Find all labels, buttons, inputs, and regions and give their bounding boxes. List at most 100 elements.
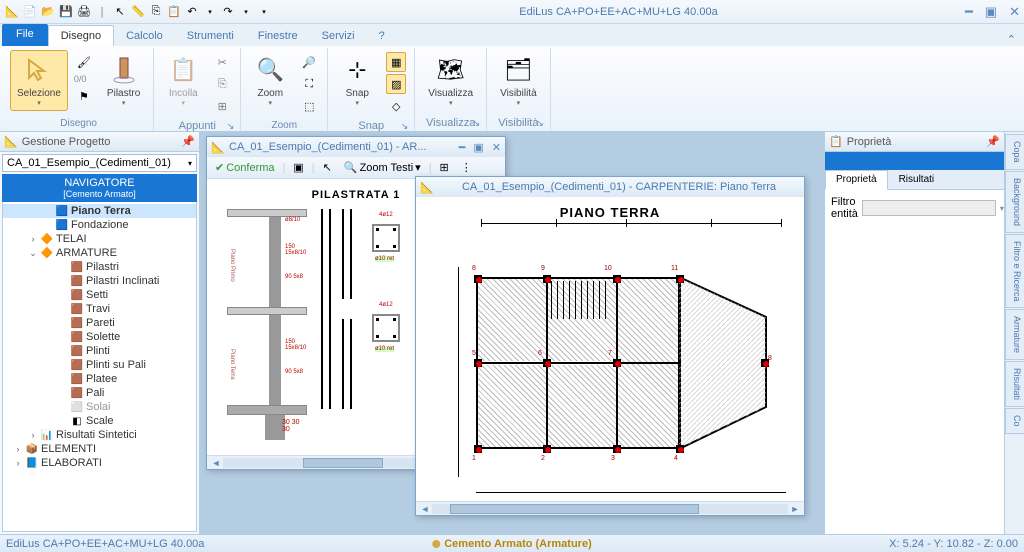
hscrollbar-2[interactable]: ◄ ► (416, 501, 804, 515)
filter-input[interactable] (862, 200, 996, 216)
snap-ortho-icon[interactable]: ▨ (386, 74, 406, 94)
visualizza-button[interactable]: 🗺 Visualizza ▾ (421, 50, 480, 111)
copy-icon[interactable]: ⎘ (148, 4, 164, 20)
redo-icon[interactable]: ↷ (220, 4, 236, 20)
tree-item[interactable]: 🟫Plinti su Pali (3, 358, 196, 372)
tree-item[interactable]: 🟫Solette (3, 330, 196, 344)
tree-item[interactable]: 🟫Platee (3, 372, 196, 386)
tb-icon2[interactable]: ↖ (319, 159, 336, 176)
tree-item[interactable]: ◧Scale (3, 414, 196, 428)
flag-icon[interactable]: ⚑ (74, 86, 94, 106)
panel-icon: 📐 (4, 135, 18, 148)
maximize-button[interactable]: ▣ (985, 4, 997, 20)
save-icon[interactable]: 💾 (58, 4, 74, 20)
tree-item[interactable]: 🟫Travi (3, 302, 196, 316)
zoom-testi-button[interactable]: 🔍 Zoom Testi ▾ (340, 159, 425, 176)
tree-item[interactable]: ›📦ELEMENTI (3, 442, 196, 456)
pilastro-button[interactable]: Pilastro ▾ (100, 50, 147, 111)
tree-item[interactable]: 🟫Pilastri Inclinati (3, 274, 196, 288)
mdi-max-icon[interactable]: ▣ (473, 141, 483, 154)
minimize-button[interactable]: ━ (965, 4, 973, 20)
tree-item[interactable]: ⬜Solai (3, 400, 196, 414)
snap-grid-icon[interactable]: ▦ (386, 52, 406, 72)
file-menu[interactable]: File (2, 24, 48, 46)
side-tab-background[interactable]: Background (1005, 171, 1024, 233)
zoom-fit-icon[interactable]: ⛶ (299, 74, 319, 94)
pin-icon[interactable]: 📌 (181, 135, 195, 148)
redo-drop-icon[interactable]: ▾ (238, 4, 254, 20)
tab-calcolo[interactable]: Calcolo (114, 26, 175, 46)
mdi-close-icon[interactable]: ✕ (492, 141, 501, 154)
tree-item[interactable]: 🟦Fondazione (3, 218, 196, 232)
tree-item-label: Risultati Sintetici (56, 429, 137, 441)
tree-item[interactable]: ›📊Risultati Sintetici (3, 428, 196, 442)
tree-item[interactable]: ›📘ELABORATI (3, 456, 196, 470)
qat-customize-icon[interactable]: ▾ (256, 4, 272, 20)
tree-item[interactable]: 🟫Pareti (3, 316, 196, 330)
pin-icon[interactable]: 📌 (986, 135, 1000, 148)
close-button[interactable]: ✕ (1009, 4, 1020, 20)
print-icon[interactable]: 🖨 (76, 4, 92, 20)
measure-icon[interactable]: 📏 (130, 4, 146, 20)
help-menu[interactable]: ? (371, 26, 393, 46)
scroll-left-icon[interactable]: ◄ (209, 458, 223, 468)
dialog-launcher-icon[interactable]: ↘ (401, 121, 409, 132)
copy-small-icon[interactable]: ⎘ (212, 74, 232, 94)
tab-risultati[interactable]: Risultati (888, 170, 946, 189)
tree-item[interactable]: 🟫Setti (3, 288, 196, 302)
tree-item[interactable]: 🟦Piano Terra (3, 204, 196, 218)
scroll-left-icon[interactable]: ◄ (418, 504, 432, 514)
paste-icon[interactable]: 📋 (166, 4, 182, 20)
tab-disegno[interactable]: Disegno (48, 25, 114, 46)
side-tab-risultati[interactable]: Risultati (1005, 361, 1024, 407)
visibilita-button[interactable]: 🗂 Visibilità ▾ (493, 50, 544, 111)
dialog-launcher-icon[interactable]: ↘ (536, 118, 544, 129)
tree-item[interactable]: ›🔶TELAI (3, 232, 196, 246)
grid-icon[interactable]: ⊞ (212, 96, 232, 116)
undo-icon[interactable]: ↶ (184, 4, 200, 20)
ribbon-collapse-icon[interactable]: ⌃ (1007, 33, 1016, 46)
pointer-icon[interactable]: ↖ (112, 4, 128, 20)
column-icon (108, 54, 140, 86)
tb-more-icon[interactable]: ⋮ (457, 159, 476, 176)
zoom-in-icon[interactable]: 🔎 (299, 52, 319, 72)
navigator-tree[interactable]: 🟦Piano Terra🟦Fondazione›🔶TELAI⌄🔶ARMATURE… (2, 202, 197, 532)
incolla-button[interactable]: 📋 Incolla ▾ (160, 50, 206, 111)
tb-grid-icon[interactable]: ⊞ (436, 159, 453, 176)
cursor-icon (23, 54, 55, 86)
mdi-title-1[interactable]: 📐 CA_01_Esempio_(Cedimenti_01) - AR... ━… (207, 137, 505, 157)
selezione-button[interactable]: Selezione ▾ (10, 50, 68, 111)
scroll-right-icon[interactable]: ► (788, 504, 802, 514)
mdi-min-icon[interactable]: ━ (459, 141, 466, 154)
undo-drop-icon[interactable]: ▾ (202, 4, 218, 20)
snap-button[interactable]: ⊹ Snap ▾ (334, 50, 380, 111)
open-icon[interactable]: 📂 (40, 4, 56, 20)
side-tab-copia[interactable]: Copa (1005, 134, 1024, 170)
dialog-launcher-icon[interactable]: ↘ (227, 121, 235, 132)
tab-finestre[interactable]: Finestre (246, 26, 310, 46)
cut-icon[interactable]: ✂ (212, 52, 232, 72)
project-combo[interactable]: CA_01_Esempio_(Cedimenti_01) ▾ (2, 154, 197, 172)
tree-item[interactable]: 🟫Plinti (3, 344, 196, 358)
new-icon[interactable]: 📄 (22, 4, 38, 20)
zoom-button[interactable]: 🔍 Zoom ▾ (247, 50, 293, 111)
snap-point-icon[interactable]: ◇ (386, 96, 406, 116)
mdi-title-2[interactable]: 📐 CA_01_Esempio_(Cedimenti_01) - CARPENT… (416, 177, 804, 197)
paint-icon[interactable]: 🖌 (74, 52, 94, 72)
conferma-button[interactable]: ✔ Conferma (211, 159, 279, 176)
tab-proprieta[interactable]: Proprietà (825, 170, 888, 190)
tree-item[interactable]: 🟫Pali (3, 386, 196, 400)
dialog-launcher-icon[interactable]: ↘ (473, 118, 481, 129)
side-tab-filtro[interactable]: Filtro e Ricerca (1005, 234, 1024, 309)
drawing-piano-terra[interactable]: PIANO TERRA (416, 197, 804, 501)
tb-icon1[interactable]: ▣ (289, 159, 307, 176)
tab-servizi[interactable]: Servizi (310, 26, 367, 46)
tree-item[interactable]: 🟫Pilastri (3, 260, 196, 274)
side-tab-co[interactable]: Co (1005, 408, 1024, 434)
tab-strumenti[interactable]: Strumenti (175, 26, 246, 46)
tree-item-label: Plinti (86, 345, 110, 357)
mdi-window-carpenterie[interactable]: 📐 CA_01_Esempio_(Cedimenti_01) - CARPENT… (415, 176, 805, 516)
zoom-extent-icon[interactable]: ⬚ (299, 96, 319, 116)
tree-item[interactable]: ⌄🔶ARMATURE (3, 246, 196, 260)
side-tab-armature[interactable]: Armature (1005, 309, 1024, 360)
